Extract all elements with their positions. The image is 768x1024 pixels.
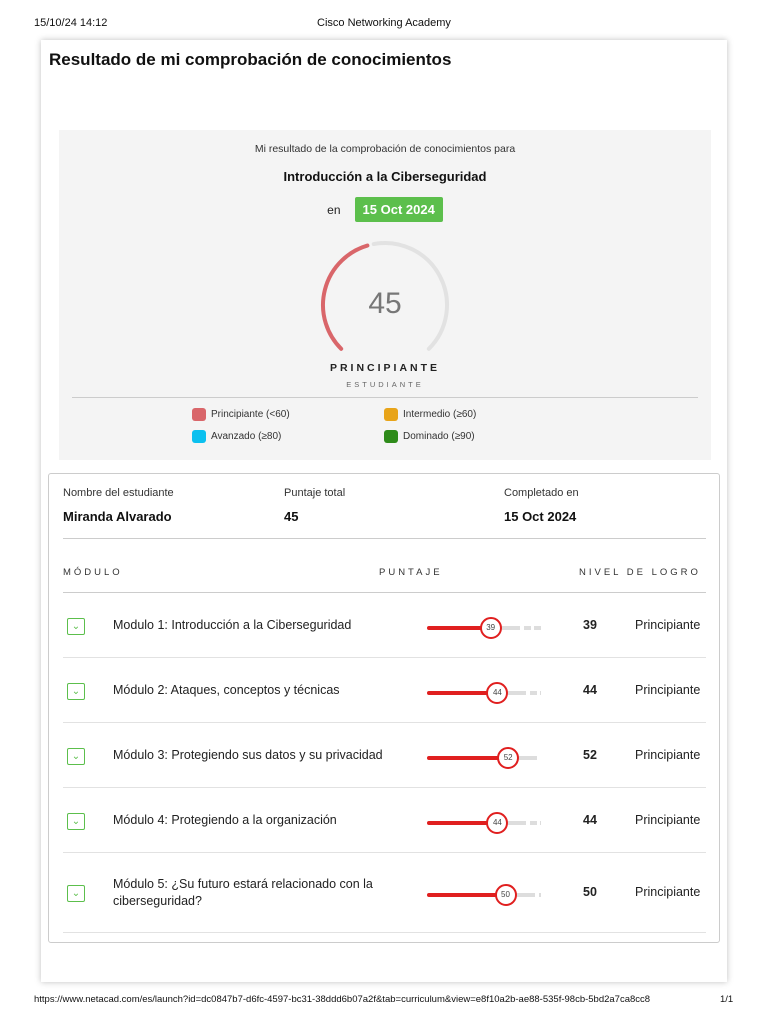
slider-fill <box>427 625 482 630</box>
completed-date: 15 Oct 2024 <box>504 509 577 524</box>
slider-track <box>519 755 541 760</box>
legend-principiante: Principiante (<60) <box>192 408 290 421</box>
table-row: ⌄ Módulo 4: Protegiendo a la organizació… <box>63 788 706 853</box>
module-score: 39 <box>583 617 597 632</box>
legend-intermedio: Intermedio (≥60) <box>384 408 476 421</box>
table-row: ⌄ Módulo 5: ¿Su futuro estará relacionad… <box>63 853 706 933</box>
score-slider: 39 <box>427 616 541 639</box>
module-level: Principiante <box>635 747 701 762</box>
expand-chevron-icon[interactable]: ⌄ <box>67 682 85 700</box>
module-score: 44 <box>583 682 597 697</box>
details-panel: Nombre del estudiante Miranda Alvarado P… <box>48 473 720 943</box>
slider-track <box>501 625 541 630</box>
score-slider: 44 <box>427 681 541 704</box>
summary-intro: Mi resultado de la comprobación de conoc… <box>254 143 516 155</box>
module-score: 52 <box>583 747 597 762</box>
slider-fill <box>427 820 489 825</box>
score-value: 45 <box>368 287 402 320</box>
legend-label: Dominado (≥90) <box>403 431 475 442</box>
legend-swatch <box>384 408 398 421</box>
legend-swatch <box>384 430 398 443</box>
legend-swatch <box>192 408 206 421</box>
page-title: Resultado de mi comprobación de conocimi… <box>49 50 452 69</box>
print-title: Cisco Networking Academy <box>317 17 451 29</box>
student-name: Miranda Alvarado <box>63 509 172 524</box>
slider-track <box>516 893 541 897</box>
table-row: ⌄ Módulo 2: Ataques, conceptos y técnica… <box>63 658 706 723</box>
slider-track <box>508 820 541 825</box>
col-header-module: MÓDULO <box>63 567 123 578</box>
table-row: ⌄ Módulo 3: Protegiendo sus datos y su p… <box>63 723 706 788</box>
module-level: Principiante <box>635 812 701 827</box>
slider-fill <box>427 893 497 897</box>
footer-url[interactable]: https://www.netacad.com/es/launch?id=dc0… <box>34 994 650 1005</box>
slider-knob: 50 <box>494 884 517 906</box>
slider-knob: 52 <box>497 746 520 769</box>
slider-knob: 44 <box>486 681 509 704</box>
score-slider: 44 <box>427 811 541 834</box>
score-slider: 52 <box>427 746 541 769</box>
total-label: Puntaje total <box>284 487 346 499</box>
col-header-level: NIVEL DE LOGRO <box>579 567 701 578</box>
date-badge: 15 Oct 2024 <box>354 197 443 222</box>
expand-chevron-icon[interactable]: ⌄ <box>67 812 85 830</box>
module-score: 44 <box>583 812 597 827</box>
role-label: ESTUDIANTE <box>346 380 424 389</box>
legend-swatch <box>192 430 206 443</box>
legend-avanzado: Avanzado (≥80) <box>192 430 281 443</box>
module-level: Principiante <box>635 885 701 899</box>
slider-knob: 44 <box>486 811 509 834</box>
module-name: Módulo 3: Protegiendo sus datos y su pri… <box>113 747 383 762</box>
summary-panel: Mi resultado de la comprobación de conoc… <box>59 130 711 460</box>
expand-chevron-icon[interactable]: ⌄ <box>67 885 85 902</box>
legend-label: Principiante (<60) <box>211 409 290 420</box>
legend-label: Intermedio (≥60) <box>403 409 477 420</box>
total-score: 45 <box>284 509 299 524</box>
module-name: Módulo 2: Ataques, conceptos y técnicas <box>113 682 340 697</box>
legend-dominado: Dominado (≥90) <box>384 430 475 443</box>
slider-fill <box>427 755 500 760</box>
level-label: PRINCIPIANTE <box>329 362 441 374</box>
table-row: ⌄ Modulo 1: Introducción a la Cibersegur… <box>63 593 706 658</box>
expand-chevron-icon[interactable]: ⌄ <box>67 747 85 765</box>
slider-knob: 39 <box>479 616 502 639</box>
divider <box>72 397 698 398</box>
module-score: 50 <box>583 885 597 899</box>
slider-fill <box>427 690 489 695</box>
divider <box>63 538 706 539</box>
footer-page: 1/1 <box>720 994 734 1005</box>
completed-label: Completado en <box>504 487 579 499</box>
module-name: Módulo 5: ¿Su futuro estará relacionado … <box>113 877 373 908</box>
module-name: Modulo 1: Introducción a la Cibersegurid… <box>113 617 352 632</box>
col-header-score: PUNTAJE <box>379 567 443 578</box>
module-level: Principiante <box>635 617 701 632</box>
expand-chevron-icon[interactable]: ⌄ <box>67 617 85 635</box>
legend-label: Avanzado (≥80) <box>211 431 282 442</box>
score-slider: 50 <box>427 884 541 906</box>
course-name: Introducción a la Ciberseguridad <box>283 169 487 184</box>
student-label: Nombre del estudiante <box>63 487 174 499</box>
date-prefix: en <box>327 203 341 217</box>
result-card: Resultado de mi comprobación de conocimi… <box>41 40 727 982</box>
module-level: Principiante <box>635 682 701 697</box>
slider-track <box>508 690 541 695</box>
module-name: Módulo 4: Protegiendo a la organización <box>113 812 337 827</box>
